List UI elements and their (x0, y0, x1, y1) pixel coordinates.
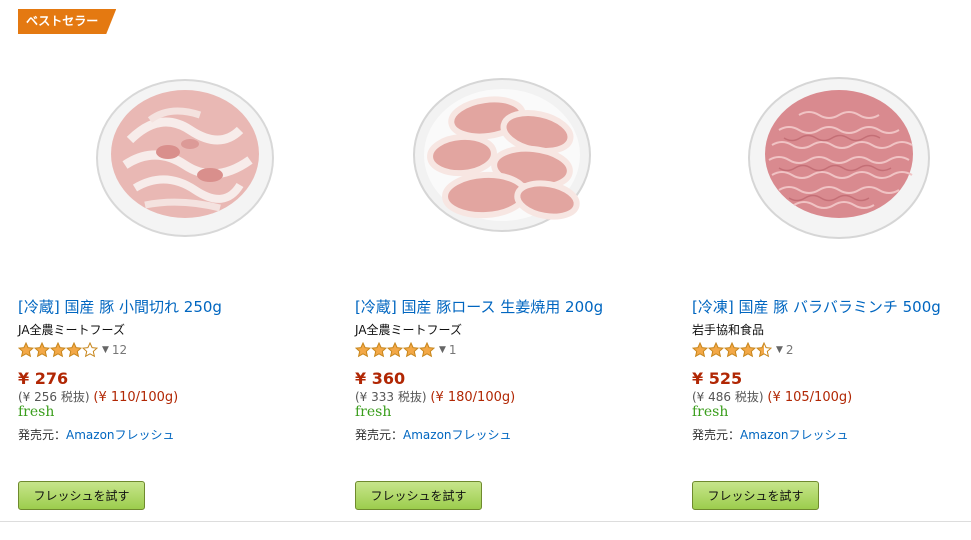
rating-stars (18, 342, 98, 358)
unit-price: (¥ 180/100g) (430, 390, 516, 405)
review-count[interactable]: 12 (112, 343, 127, 357)
price: ¥ 360 (355, 369, 406, 388)
price-ex-tax: (¥ 256 税抜) (18, 390, 90, 404)
star-full-icon (387, 342, 403, 358)
star-full-icon (34, 342, 50, 358)
product-title-link[interactable]: [冷凍] 国産 豚 バラバラミンチ 500g (692, 296, 941, 317)
product-card: [冷蔵] 国産 豚 小間切れ 250g JA全農ミートフーズ ▼ 12 ¥ 27… (18, 50, 318, 520)
price-details: (¥ 486 税抜) (¥ 105/100g) (692, 388, 852, 405)
price-ex-tax: (¥ 486 税抜) (692, 390, 764, 404)
star-full-icon (708, 342, 724, 358)
rating-stars (355, 342, 435, 358)
seller-link[interactable]: Amazonフレッシュ (740, 428, 849, 442)
fresh-logo: fresh (692, 404, 729, 420)
review-count[interactable]: 2 (786, 343, 794, 357)
rating-stars (692, 342, 772, 358)
try-fresh-button[interactable]: フレッシュを試す (18, 481, 145, 510)
product-rating[interactable]: ▼ 1 (355, 342, 457, 358)
unit-price: (¥ 105/100g) (767, 390, 853, 405)
bestseller-badge: ベストセラー (18, 9, 116, 34)
star-full-icon (66, 342, 82, 358)
product-image-pork-slices[interactable] (90, 60, 280, 250)
product-rating[interactable]: ▼ 12 (18, 342, 127, 358)
price-details: (¥ 256 税抜) (¥ 110/100g) (18, 388, 178, 405)
try-fresh-button[interactable]: フレッシュを試す (692, 481, 819, 510)
price-details: (¥ 333 税抜) (¥ 180/100g) (355, 388, 515, 405)
product-card: [冷凍] 国産 豚 バラバラミンチ 500g 岩手協和食品 ▼ 2 ¥ 525 … (692, 50, 971, 520)
product-brand: JA全農ミートフーズ (355, 323, 462, 337)
chevron-down-icon[interactable]: ▼ (776, 345, 783, 355)
seller-link[interactable]: Amazonフレッシュ (403, 428, 512, 442)
seller-link[interactable]: Amazonフレッシュ (66, 428, 175, 442)
star-full-icon (724, 342, 740, 358)
fresh-logo: fresh (355, 404, 392, 420)
product-brand: JA全農ミートフーズ (18, 323, 125, 337)
divider (0, 521, 971, 522)
price-ex-tax: (¥ 333 税抜) (355, 390, 427, 404)
seller-label: 発売元： (355, 428, 404, 442)
product-brand: 岩手協和食品 (692, 323, 765, 337)
fresh-logo: fresh (18, 404, 55, 420)
star-full-icon (371, 342, 387, 358)
product-title-link[interactable]: [冷蔵] 国産 豚 小間切れ 250g (18, 296, 222, 317)
seller-label: 発売元： (692, 428, 741, 442)
review-count[interactable]: 1 (449, 343, 457, 357)
star-full-icon (692, 342, 708, 358)
product-image-pork-loin[interactable] (407, 60, 597, 250)
star-full-icon (18, 342, 34, 358)
seller-label: 発売元： (18, 428, 67, 442)
chevron-down-icon[interactable]: ▼ (439, 345, 446, 355)
price: ¥ 276 (18, 369, 69, 388)
star-full-icon (419, 342, 435, 358)
try-fresh-button[interactable]: フレッシュを試す (355, 481, 482, 510)
star-empty-icon (82, 342, 98, 358)
star-half-icon (756, 342, 772, 358)
price: ¥ 525 (692, 369, 743, 388)
chevron-down-icon[interactable]: ▼ (102, 345, 109, 355)
product-card: [冷蔵] 国産 豚ロース 生姜焼用 200g JA全農ミートフーズ ▼ 1 ¥ … (355, 50, 655, 520)
seller-info: 発売元：Amazonフレッシュ (18, 426, 175, 443)
unit-price: (¥ 110/100g) (93, 390, 179, 405)
star-full-icon (740, 342, 756, 358)
star-full-icon (355, 342, 371, 358)
seller-info: 発売元：Amazonフレッシュ (355, 426, 512, 443)
star-full-icon (403, 342, 419, 358)
seller-info: 発売元：Amazonフレッシュ (692, 426, 849, 443)
product-image-minced-pork[interactable] (744, 60, 934, 250)
product-title-link[interactable]: [冷蔵] 国産 豚ロース 生姜焼用 200g (355, 296, 603, 317)
product-rating[interactable]: ▼ 2 (692, 342, 794, 358)
star-full-icon (50, 342, 66, 358)
